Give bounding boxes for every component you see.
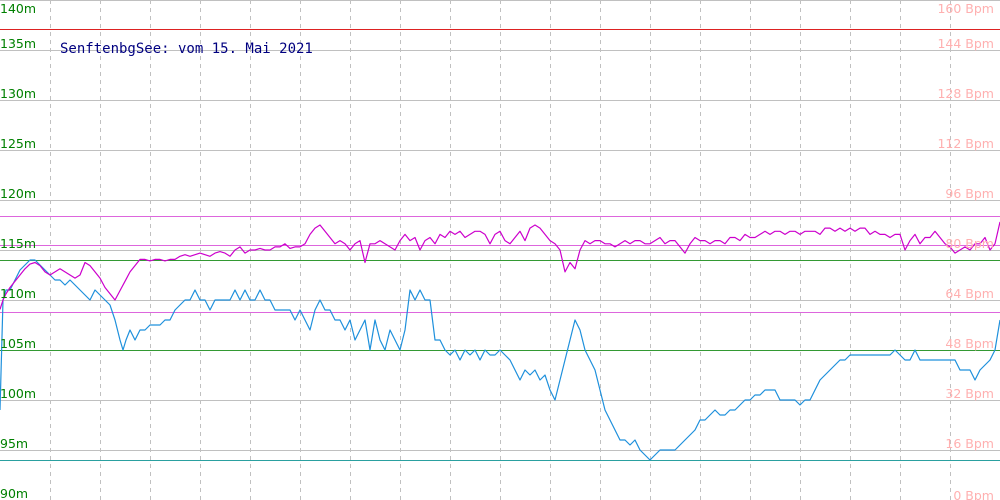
left-axis-tick-label: 125m	[0, 136, 36, 151]
right-axis-tick-label: 80 Bpm	[945, 236, 994, 251]
left-axis-tick-label: 115m	[0, 236, 36, 251]
left-axis-tick-label: 100m	[0, 386, 36, 401]
right-axis-tick-label: 32 Bpm	[945, 386, 994, 401]
left-axis-tick-label: 120m	[0, 186, 36, 201]
left-axis-tick-label: 105m	[0, 336, 36, 351]
right-axis-tick-label: 160 Bpm	[937, 1, 994, 16]
left-axis-tick-label: 95m	[0, 436, 28, 451]
left-axis-tick-label: 90m	[0, 486, 28, 500]
right-axis-tick-label: 0 Bpm	[953, 488, 994, 500]
left-axis-tick-label: 110m	[0, 286, 36, 301]
right-axis-tick-label: 112 Bpm	[937, 136, 994, 151]
right-axis-tick-label: 144 Bpm	[937, 36, 994, 51]
left-axis-tick-label: 130m	[0, 86, 36, 101]
right-axis-tick-label: 96 Bpm	[945, 186, 994, 201]
right-axis-tick-label: 16 Bpm	[945, 436, 994, 451]
grid	[0, 0, 1000, 500]
left-axis-tick-label: 140m	[0, 1, 36, 16]
chart: 90m 95m 100m 105m 110m 115m 120m 125m 130m 135m 14…	[0, 0, 1000, 500]
right-axis-tick-label: 64 Bpm	[945, 286, 994, 301]
left-axis-tick-label: 135m	[0, 36, 36, 51]
right-axis-tick-label: 48 Bpm	[945, 336, 994, 351]
right-axis-tick-label: 128 Bpm	[937, 86, 994, 101]
chart-title: SenftenbgSee: vom 15. Mai 2021	[60, 41, 313, 57]
